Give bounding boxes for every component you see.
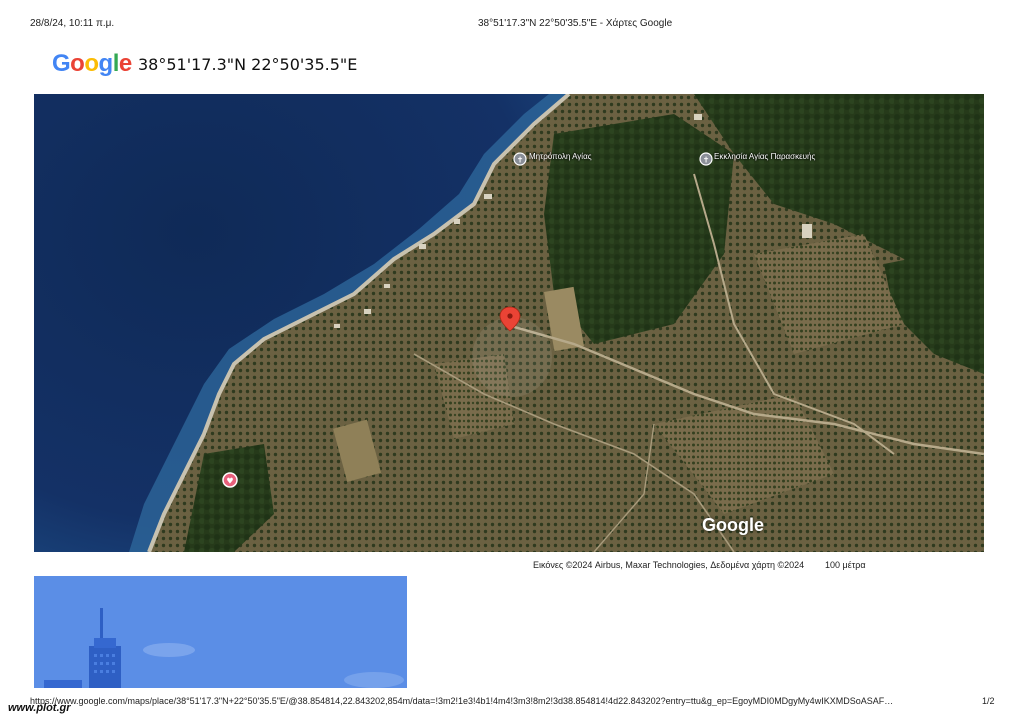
satellite-imagery: ✝ ✝ ♥ [34,94,984,552]
logo-letter-e: e [118,50,132,77]
logo-letter-o: o [70,50,85,77]
scale-label: 100 μέτρα [825,560,866,570]
footer-url: https://www.google.com/maps/place/38°51'… [30,696,894,706]
coordinates-title: 38°51'17.3"N 22°50'35.5"E [138,55,358,74]
map-attribution: Εικόνες ©2024 Airbus, Maxar Technologies… [533,560,805,570]
logo-letter-o: o [84,50,99,77]
svg-text:✝: ✝ [517,156,524,165]
google-watermark: Google [702,515,764,535]
poi-label-church-2[interactable]: Εκκλησία Αγίας Παρασκευής [714,152,815,161]
poi-label-church-1[interactable]: Μητρόπολη Αγίας [529,152,592,161]
svg-text:✝: ✝ [703,156,710,165]
streetview-thumbnail[interactable] [34,576,407,688]
google-logo: Google [52,50,132,78]
svg-text:♥: ♥ [226,477,233,486]
church-icon[interactable]: ✝ [513,152,527,166]
favorite-place-icon[interactable]: ♥ [222,472,238,488]
page-number: 1/2 [982,696,995,706]
church-icon[interactable]: ✝ [699,152,713,166]
city-illustration [34,576,407,688]
logo-letter-g: G [52,50,71,77]
print-date: 28/8/24, 10:11 π.μ. [30,18,115,29]
logo-letter-g: g [98,50,114,77]
print-title: 38°51'17.3"N 22°50'35.5"E - Χάρτες Googl… [478,18,673,29]
satellite-map[interactable]: ✝ ✝ ♥ Μητρόπολη Αγίας Εκκλησία Αγίας Παρ… [34,94,984,552]
site-stamp: www.plot.gr [8,702,71,714]
